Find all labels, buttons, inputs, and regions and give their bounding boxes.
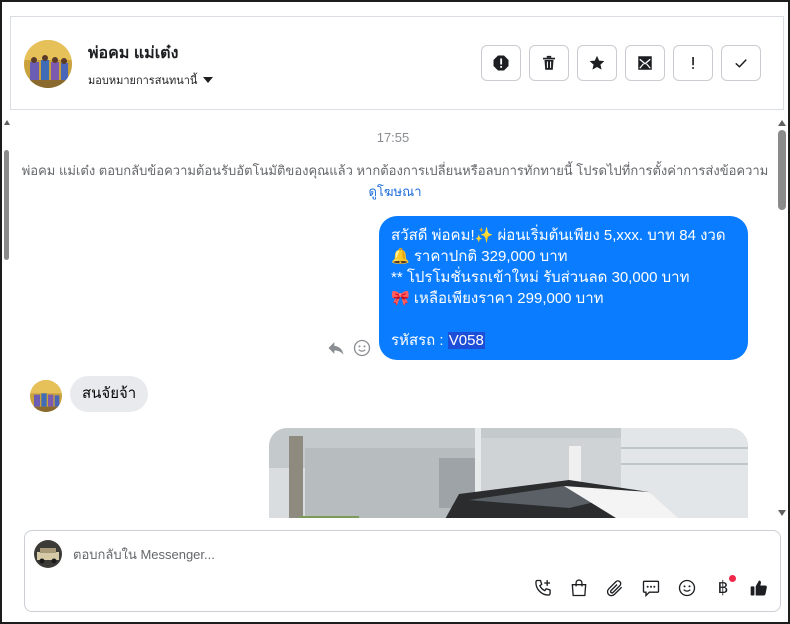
reply-icon[interactable] [326, 338, 346, 358]
car-code-line: รหัสรถ : V058 [391, 330, 736, 351]
notification-dot [729, 575, 736, 582]
chat-bubble-dots-icon [642, 580, 660, 598]
check-icon [735, 59, 747, 68]
system-message: พ่อคม แม่เต๋ง ตอบกลับข้อความต้อนรับอัตโน… [20, 160, 770, 202]
trash-icon [543, 55, 555, 70]
contact-avatar-small[interactable] [30, 380, 62, 412]
scroll-up-icon[interactable] [778, 120, 786, 126]
system-message-text: พ่อคม แม่เต๋ง ตอบกลับข้อความต้อนรับอัตโน… [21, 163, 769, 178]
assign-conversation-dropdown[interactable]: มอบหมายการสนทนานี้ [88, 71, 214, 89]
star-button[interactable] [577, 45, 617, 81]
payment-button[interactable]: ฿ [712, 575, 736, 599]
like-button[interactable] [748, 577, 770, 599]
done-button[interactable] [721, 45, 761, 81]
exclamation-icon [692, 57, 694, 69]
scroll-thumb[interactable] [778, 130, 786, 210]
chat-scrollbar[interactable] [778, 120, 786, 516]
paperclip-icon [606, 580, 623, 597]
car-photo[interactable] [269, 428, 748, 518]
mark-unread-button[interactable] [625, 45, 665, 81]
star-icon [589, 55, 605, 70]
emoji-react-icon[interactable] [352, 338, 372, 358]
call-button[interactable] [532, 577, 554, 599]
thumbs-up-icon [750, 580, 767, 596]
reply-input[interactable] [73, 543, 753, 565]
mail-open-icon [638, 56, 652, 70]
conversation-actions [481, 45, 761, 81]
scroll-thumb[interactable] [4, 150, 9, 260]
caret-down-icon [203, 77, 214, 83]
car-code-value: V058 [447, 332, 485, 349]
reply-composer: ฿ [24, 530, 781, 612]
phone-plus-icon [535, 579, 551, 596]
composer-toolbar: ฿ [532, 575, 770, 599]
follow-up-button[interactable] [673, 45, 713, 81]
contact-avatar[interactable] [24, 40, 72, 88]
page-avatar [34, 540, 62, 568]
spam-button[interactable] [481, 45, 521, 81]
saved-replies-button[interactable] [640, 577, 662, 599]
shopping-bag-icon [571, 579, 587, 597]
contact-name: พ่อคม แม่เต๋ง [88, 45, 179, 62]
message-line: สวัสดี พ่อคม!✨ ผ่อนเริ่มต้นเพียง 5,xxx. … [391, 227, 726, 244]
inbox-window: พ่อคม แม่เต๋ง มอบหมายการสนทนานี้ 17:55 พ… [0, 0, 790, 624]
baht-icon: ฿ [717, 578, 729, 598]
emoji-button[interactable] [676, 577, 698, 599]
message-timestamp: 17:55 [376, 130, 410, 145]
shop-button[interactable] [568, 577, 590, 599]
car-code-label: รหัสรถ : [391, 332, 448, 349]
alert-octagon-icon [493, 55, 509, 71]
message-line: ** โปรโมชั่นรถเข้าใหม่ รับส่วนลด 30,000 … [391, 269, 690, 286]
delete-button[interactable] [529, 45, 569, 81]
message-thread: 17:55 พ่อคม แม่เต๋ง ตอบกลับข้อความต้อนรั… [10, 110, 776, 518]
message-line: 🔔 ราคาปกติ 329,000 บาท [391, 248, 568, 265]
conversation-header: พ่อคม แม่เต๋ง มอบหมายการสนทนานี้ [10, 16, 784, 110]
assign-label: มอบหมายการสนทนานี้ [88, 75, 198, 87]
smiley-icon [678, 579, 696, 597]
incoming-message[interactable]: สนจัยจ้า [70, 376, 149, 412]
attach-button[interactable] [604, 577, 626, 599]
outgoing-message[interactable]: สวัสดี พ่อคม!✨ ผ่อนเริ่มต้นเพียง 5,xxx. … [379, 216, 748, 360]
view-ad-link[interactable]: ดูโฆษณา [368, 184, 421, 199]
scroll-down-icon[interactable] [778, 510, 786, 516]
message-line: 🎀 เหลือเพียงราคา 299,000 บาท [391, 290, 604, 307]
message-hover-tools [326, 338, 372, 358]
